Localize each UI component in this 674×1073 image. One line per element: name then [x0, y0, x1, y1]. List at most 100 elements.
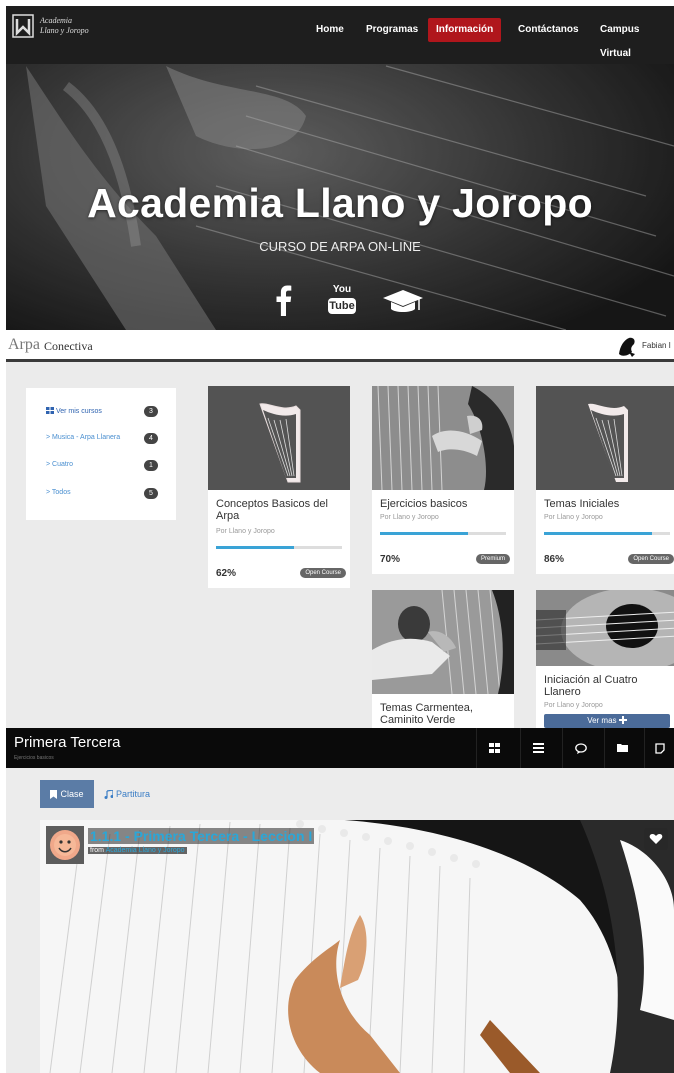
top-navigation-bar: Academia Llano y Joropo Home Programas I… [6, 6, 674, 64]
filter-todos[interactable]: > Todos 5 [46, 488, 158, 502]
course-author: Por Llano y Joropo [380, 514, 439, 521]
note-icon [654, 742, 665, 754]
academy-logo[interactable]: Academia Llano y Joropo [12, 13, 89, 39]
app-header: Arpa Conectiva Fabian I [6, 330, 674, 362]
course-progress-fill [380, 532, 469, 535]
tab-label: Partitura [116, 789, 151, 799]
course-thumbnail[interactable] [536, 590, 674, 666]
course-type-badge: Open Course [300, 568, 346, 578]
grid-view-button[interactable] [476, 728, 512, 768]
course-title[interactable]: Ejercicios basicos [380, 498, 506, 510]
hero-section: Academia Llano y Joropo Home Programas I… [6, 6, 674, 330]
filter-cuatro[interactable]: > Cuatro 1 [46, 460, 158, 474]
lesson-header: Primera Tercera Ejercicios basicos [6, 728, 674, 768]
youtube-you-label: You [332, 284, 352, 295]
filter-text: > Musica - Arpa Llanera [46, 434, 121, 441]
video-channel-link[interactable]: Academia Llano y Joropo [106, 847, 185, 854]
lesson-title: Primera Tercera [14, 734, 121, 751]
bookmark-icon [50, 789, 58, 799]
lesson-content-area: Clase Partitura 1.1.1 - Primera Tercera … [6, 768, 674, 1073]
tab-clase[interactable]: Clase [40, 780, 94, 808]
course-progress-fill [216, 546, 295, 549]
filter-text: > Todos [46, 489, 71, 496]
course-title[interactable]: Temas Iniciales [544, 498, 670, 510]
notes-button[interactable] [644, 728, 674, 768]
course-card[interactable]: Temas Carmentea, Caminito Verde [372, 590, 514, 728]
music-note-icon [104, 789, 113, 799]
course-progress-bar [216, 546, 342, 549]
filter-text: > Cuatro [46, 461, 74, 468]
logo-text: Academia Llano y Joropo [40, 16, 89, 36]
course-author: Por Llano y Joropo [216, 528, 275, 535]
course-author: Por Llano y Joropo [544, 514, 603, 521]
youtube-icon[interactable]: You Tube [328, 284, 356, 318]
filter-count-badge: 4 [144, 433, 158, 444]
harp-photo [372, 386, 514, 490]
brand-arpa[interactable]: Arpa [8, 336, 40, 354]
course-type-badge: Premium [475, 554, 510, 564]
course-progress-percent: 86% [544, 554, 565, 565]
hero-title: Academia Llano y Joropo [87, 180, 593, 226]
user-name[interactable]: Fabian I [642, 341, 671, 350]
youtube-tube-label: Tube [328, 298, 356, 314]
course-thumbnail[interactable] [208, 386, 350, 490]
heart-icon [649, 834, 663, 844]
course-progress-percent: 70% [380, 554, 401, 565]
course-progress-percent: 62% [216, 568, 237, 579]
files-button[interactable] [604, 728, 640, 768]
video-player[interactable]: 1.1.1 - Primera Tercera - Leccion I from… [40, 820, 674, 1073]
like-button[interactable] [644, 828, 668, 850]
course-filter-panel: Ver mis cursos 3 > Musica - Arpa Llanera… [26, 388, 176, 520]
lesson-section: Primera Tercera Ejercicios basicos Clase [6, 728, 674, 1073]
course-type-badge: Open Course [628, 554, 674, 564]
facebook-icon[interactable] [273, 284, 293, 316]
brand-conectiva[interactable]: Conectiva [44, 339, 93, 354]
course-card[interactable]: Iniciación al Cuatro Llanero Por Llano y… [536, 590, 674, 728]
course-card[interactable]: Temas Iniciales Por Llano y Joropo 86% O… [536, 386, 674, 574]
course-thumbnail[interactable] [372, 590, 514, 694]
logo-line-2: Llano y Joropo [40, 26, 89, 35]
filter-musica-arpa-llanera[interactable]: > Musica - Arpa Llanera 4 [46, 433, 158, 447]
filter-text: Ver mis cursos [55, 408, 102, 415]
course-thumbnail[interactable] [372, 386, 514, 490]
course-card[interactable]: Ejercicios basicos Por Llano y Joropo 70… [372, 386, 514, 574]
filter-my-courses[interactable]: Ver mis cursos 3 [46, 406, 158, 420]
avatar[interactable] [46, 826, 84, 864]
course-author: Por Llano y Joropo [544, 702, 603, 709]
list-view-button[interactable] [520, 728, 556, 768]
nav-home[interactable]: Home [308, 18, 352, 42]
grid-icon [46, 407, 54, 414]
course-progress-bar [544, 532, 670, 535]
lesson-subtitle: Ejercicios basicos [14, 755, 54, 761]
list-icon [533, 743, 544, 753]
video-frame-harp [40, 820, 674, 1073]
user-avatar[interactable] [616, 334, 638, 358]
course-card[interactable]: Conceptos Basicos del Arpa Por Llano y J… [208, 386, 350, 588]
course-progress-fill [544, 532, 653, 535]
course-catalog-section: Arpa Conectiva Fabian I Ver mis cursos 3… [6, 330, 674, 728]
course-thumbnail[interactable] [536, 386, 674, 490]
course-progress-bar [380, 532, 506, 535]
course-title[interactable]: Conceptos Basicos del Arpa [216, 498, 342, 522]
ver-mas-button[interactable]: Ver mas [544, 714, 670, 728]
nav-programas[interactable]: Programas [358, 18, 426, 42]
nav-contactanos[interactable]: Contáctanos [510, 18, 587, 42]
graduation-cap-icon[interactable] [382, 288, 424, 316]
nav-campus-virtual[interactable]: Campus Virtual [592, 18, 674, 59]
filter-count-badge: 3 [144, 406, 158, 417]
nav-informacion[interactable]: Información [428, 18, 502, 42]
course-title[interactable]: Iniciación al Cuatro Llanero [544, 674, 670, 698]
course-title[interactable]: Temas Carmentea, Caminito Verde [380, 702, 506, 726]
filter-count-badge: 5 [144, 488, 158, 499]
grid-icon [489, 743, 500, 753]
harp-icon [536, 386, 674, 490]
comments-button[interactable] [562, 728, 598, 768]
video-title[interactable]: 1.1.1 - Primera Tercera - Leccion I [88, 828, 315, 844]
folder-icon [616, 744, 628, 752]
harpist-photo [372, 590, 514, 694]
plus-icon [618, 716, 627, 724]
tab-partitura[interactable]: Partitura [104, 780, 150, 808]
harp-icon [208, 386, 350, 490]
chat-icon [574, 742, 587, 754]
tab-label: Clase [60, 789, 84, 799]
